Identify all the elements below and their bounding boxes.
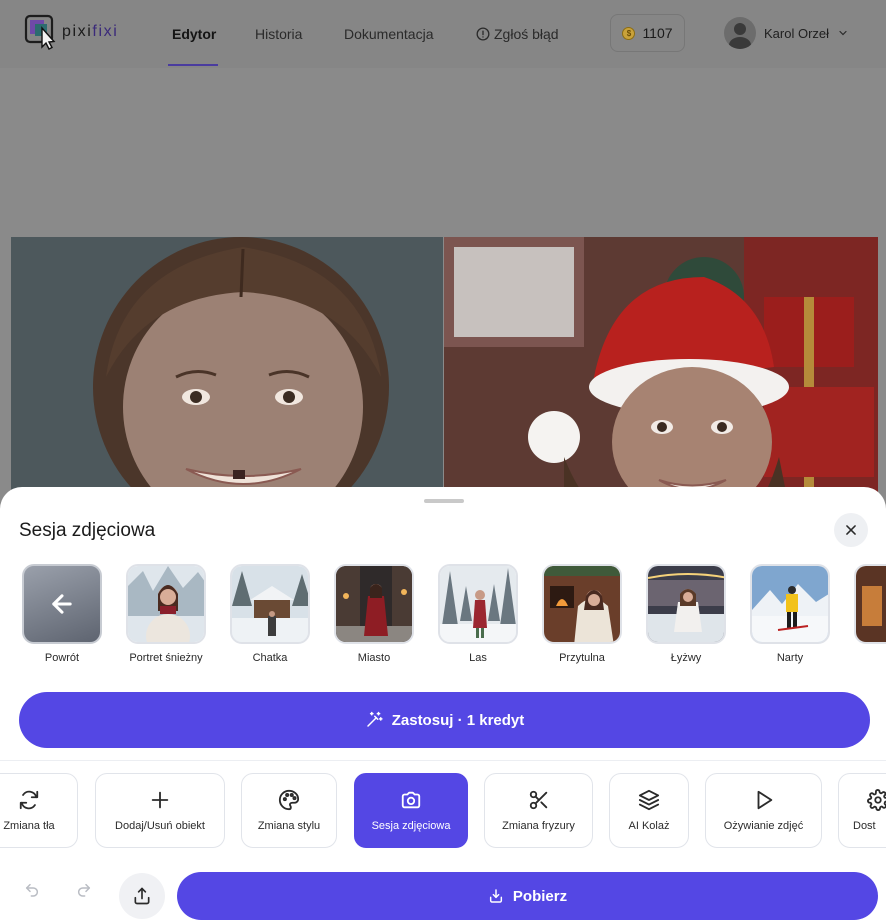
tool-label: Ożywianie zdjęć — [723, 820, 804, 832]
apply-button-label: Zastosuj · 1 kredyt — [391, 711, 525, 729]
avatar — [724, 17, 756, 49]
tool-ai-collage[interactable]: AI Kolaż — [609, 773, 689, 848]
nav-editor[interactable]: Edytor — [172, 0, 216, 68]
preset-thumb — [334, 564, 414, 644]
tool-photo-session[interactable]: Sesja zdjęciowa — [354, 773, 468, 848]
apply-button[interactable]: Zastosuj · 1 kredyt — [19, 692, 870, 748]
preset-thumb — [230, 564, 310, 644]
tool-background-change[interactable]: Zmiana tła — [0, 773, 78, 848]
tool-label: Zmiana fryzury — [502, 820, 575, 832]
original-photo-preview — [11, 237, 443, 507]
download-button[interactable]: Pobierz — [177, 872, 878, 920]
nav-documentation[interactable]: Dokumentacja — [344, 0, 434, 68]
pixifixi-logo[interactable]: pixifixi — [22, 14, 132, 50]
edited-photo-preview — [444, 237, 878, 507]
logo-text-dark: pixi — [62, 23, 93, 40]
tool-label: AI Kolaż — [628, 820, 670, 832]
tool-more[interactable]: Dost — [838, 773, 886, 848]
tool-add-remove-object[interactable]: Dodaj/Usuń obiekt — [95, 773, 225, 848]
palette-icon — [278, 789, 300, 811]
preset-city[interactable]: Miasto — [334, 564, 416, 664]
preset-carousel[interactable]: Powrót Portret śnieżny Chatka Miasto Las — [22, 564, 886, 674]
logo-text-accent: fixi — [92, 23, 119, 40]
nav-report-bug[interactable]: Zgłoś błąd — [476, 0, 559, 68]
preset-back[interactable]: Powrót — [22, 564, 104, 664]
preset-forest[interactable]: Las — [438, 564, 520, 664]
sheet-title: Sesja zdjęciowa — [19, 520, 156, 541]
gear-icon — [867, 789, 886, 811]
tool-strip[interactable]: Zmiana tła Dodaj/Usuń obiekt Zmiana styl… — [0, 773, 886, 849]
preset-skates[interactable]: Łyżwy — [646, 564, 728, 664]
preset-thumb — [438, 564, 518, 644]
preset-label: Przytulna — [559, 652, 605, 664]
close-icon — [846, 525, 856, 535]
camera-icon — [401, 791, 421, 809]
magic-wand-icon — [366, 711, 383, 727]
preset-thumb — [854, 564, 886, 644]
share-icon — [134, 887, 150, 905]
credits-badge[interactable]: $ 1107 — [610, 14, 685, 52]
arrow-left-icon — [52, 594, 72, 614]
tool-hairstyle-change[interactable]: Zmiana fryzury — [484, 773, 593, 848]
play-icon — [757, 790, 772, 810]
preset-ski[interactable]: Narty — [750, 564, 832, 664]
chevron-down-icon — [839, 30, 847, 36]
preset-thumb — [126, 564, 206, 644]
preset-thumb — [750, 564, 830, 644]
preset-label: Las — [469, 652, 487, 664]
tool-label: Sesja zdjęciowa — [371, 820, 451, 832]
preset-label: Miasto — [357, 652, 391, 664]
preset-thumb — [542, 564, 622, 644]
redo-icon — [77, 883, 91, 897]
preset-cabin[interactable]: Chatka — [230, 564, 312, 664]
plus-icon — [151, 791, 169, 809]
preset-more[interactable] — [854, 564, 886, 644]
tool-style-change[interactable]: Zmiana stylu — [241, 773, 337, 848]
scissors-icon — [529, 790, 547, 810]
preset-label: Powrót — [44, 652, 80, 664]
alert-circle-icon — [476, 27, 490, 41]
logo-mark-icon — [24, 14, 56, 50]
top-header: pixifixi Edytor Historia Dokumentacja Zg… — [0, 0, 886, 68]
tool-label: Zmiana tła — [3, 820, 55, 832]
redo-button[interactable] — [69, 875, 99, 905]
bottom-action-bar: Pobierz — [0, 860, 886, 922]
tool-animate-photos[interactable]: Ożywianie zdjęć — [705, 773, 822, 848]
logo-text: pixifixi — [62, 23, 118, 41]
sheet-drag-handle[interactable] — [424, 499, 464, 503]
preset-snow-portrait[interactable]: Portret śnieżny — [126, 564, 208, 664]
preset-label: Portret śnieżny — [129, 652, 203, 664]
photo-session-sheet: Sesja zdjęciowa Powrót Portret śnieżny C… — [0, 487, 886, 922]
preset-label: Narty — [776, 652, 804, 664]
nav-report-bug-label: Zgłoś błąd — [494, 26, 559, 42]
divider — [0, 760, 886, 761]
layers-icon — [638, 789, 660, 811]
download-icon — [489, 889, 502, 903]
preset-label: Łyżwy — [670, 652, 702, 664]
credits-value: 1107 — [642, 25, 673, 41]
coin-icon: $ — [622, 26, 636, 40]
tool-label: Dost — [853, 820, 876, 832]
share-button[interactable] — [119, 873, 165, 919]
user-menu[interactable]: Karol Orzeł — [724, 16, 849, 50]
close-button[interactable] — [834, 513, 868, 547]
refresh-icon — [19, 790, 39, 810]
preset-label: Chatka — [252, 652, 288, 664]
nav-history[interactable]: Historia — [255, 0, 302, 68]
preset-thumb — [646, 564, 726, 644]
undo-icon — [25, 883, 39, 897]
tool-label: Dodaj/Usuń obiekt — [115, 820, 205, 832]
user-name: Karol Orzeł — [764, 25, 830, 41]
nav-active-indicator — [168, 64, 218, 66]
preset-cozy[interactable]: Przytulna — [542, 564, 624, 664]
tool-label: Zmiana stylu — [257, 820, 321, 832]
download-button-label: Pobierz — [512, 887, 568, 905]
preset-thumb — [22, 564, 102, 644]
undo-button[interactable] — [17, 875, 47, 905]
